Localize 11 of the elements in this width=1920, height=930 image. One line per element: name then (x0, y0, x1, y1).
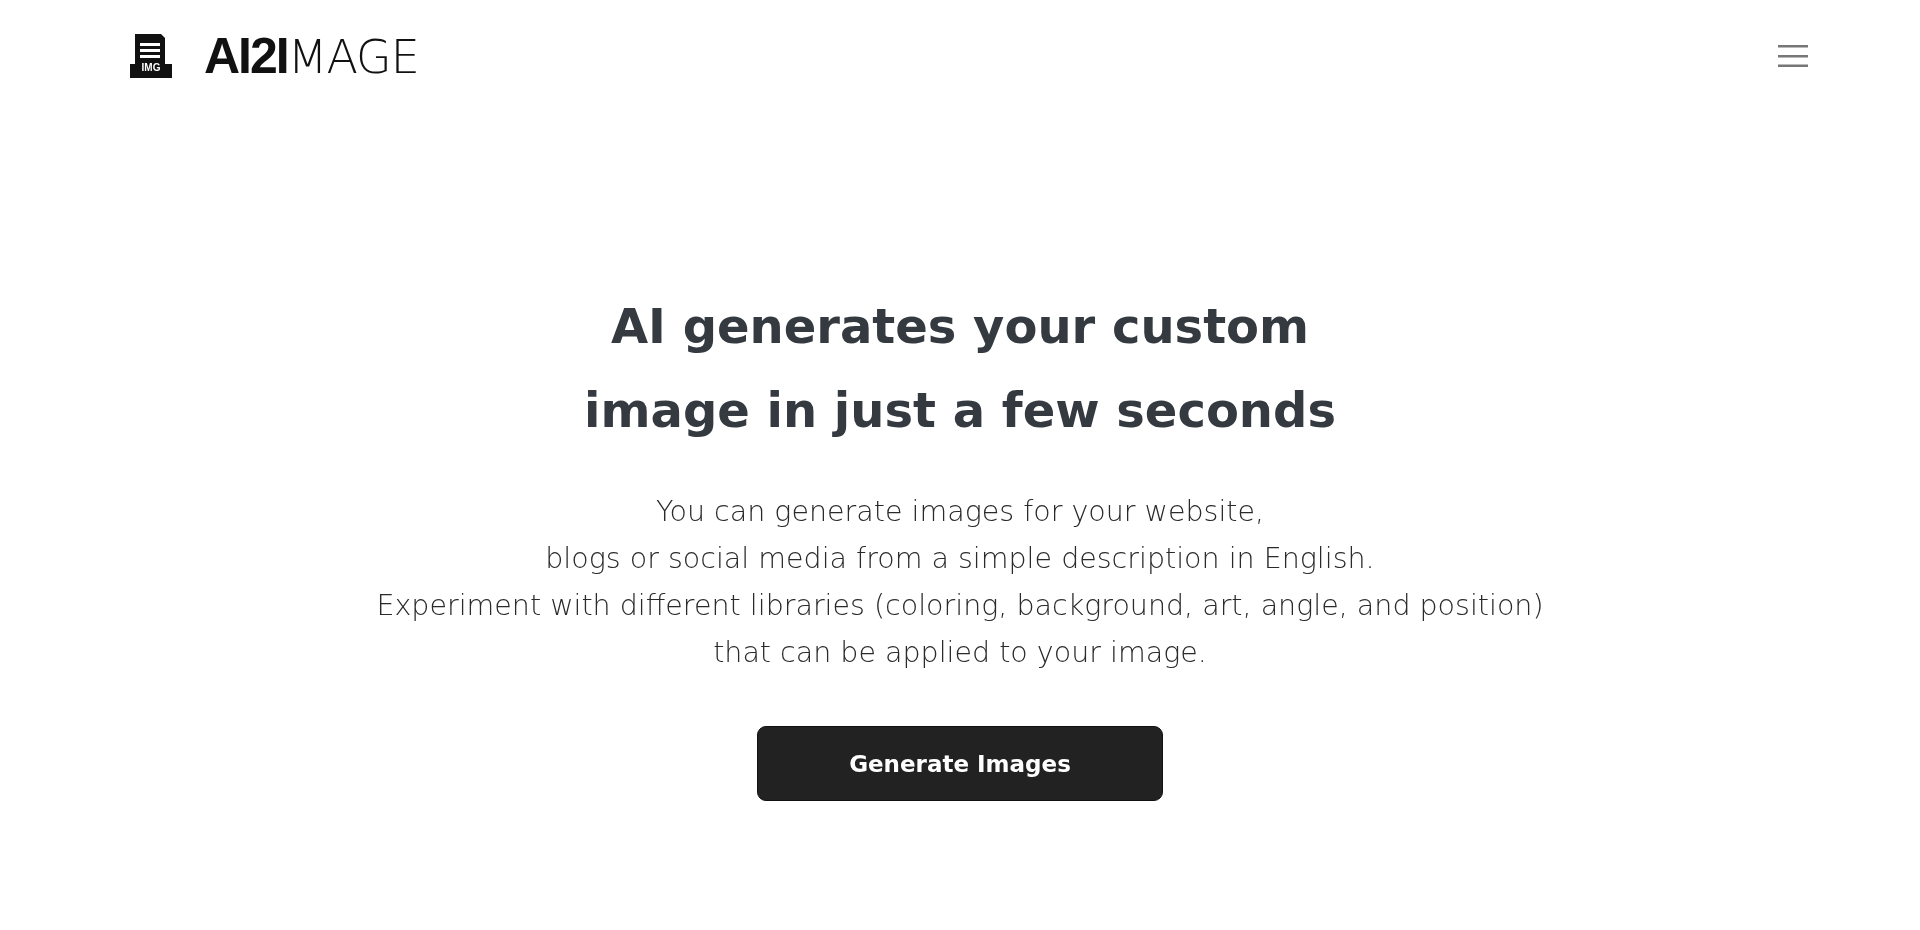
hero-heading: AI generates your custom (609, 297, 1311, 356)
description-text: Experiment with different libraries (coloring, background, art, angle, and position) (376, 588, 1544, 624)
document-icon (130, 34, 172, 78)
description-text: blogs or social media from a simple description in English. (544, 541, 1376, 577)
description-text: You can generate images for your website, (654, 494, 1266, 530)
logo-wordmark[interactable]: AI2IMAGE (204, 31, 419, 81)
hero-heading: image in just a few seconds (584, 381, 1336, 440)
generate-images-button[interactable]: Generate Images (757, 726, 1163, 801)
menu-icon[interactable] (1778, 45, 1808, 67)
description-text: that can be applied to your image. (712, 635, 1208, 671)
logo-label: IMG (140, 62, 162, 74)
